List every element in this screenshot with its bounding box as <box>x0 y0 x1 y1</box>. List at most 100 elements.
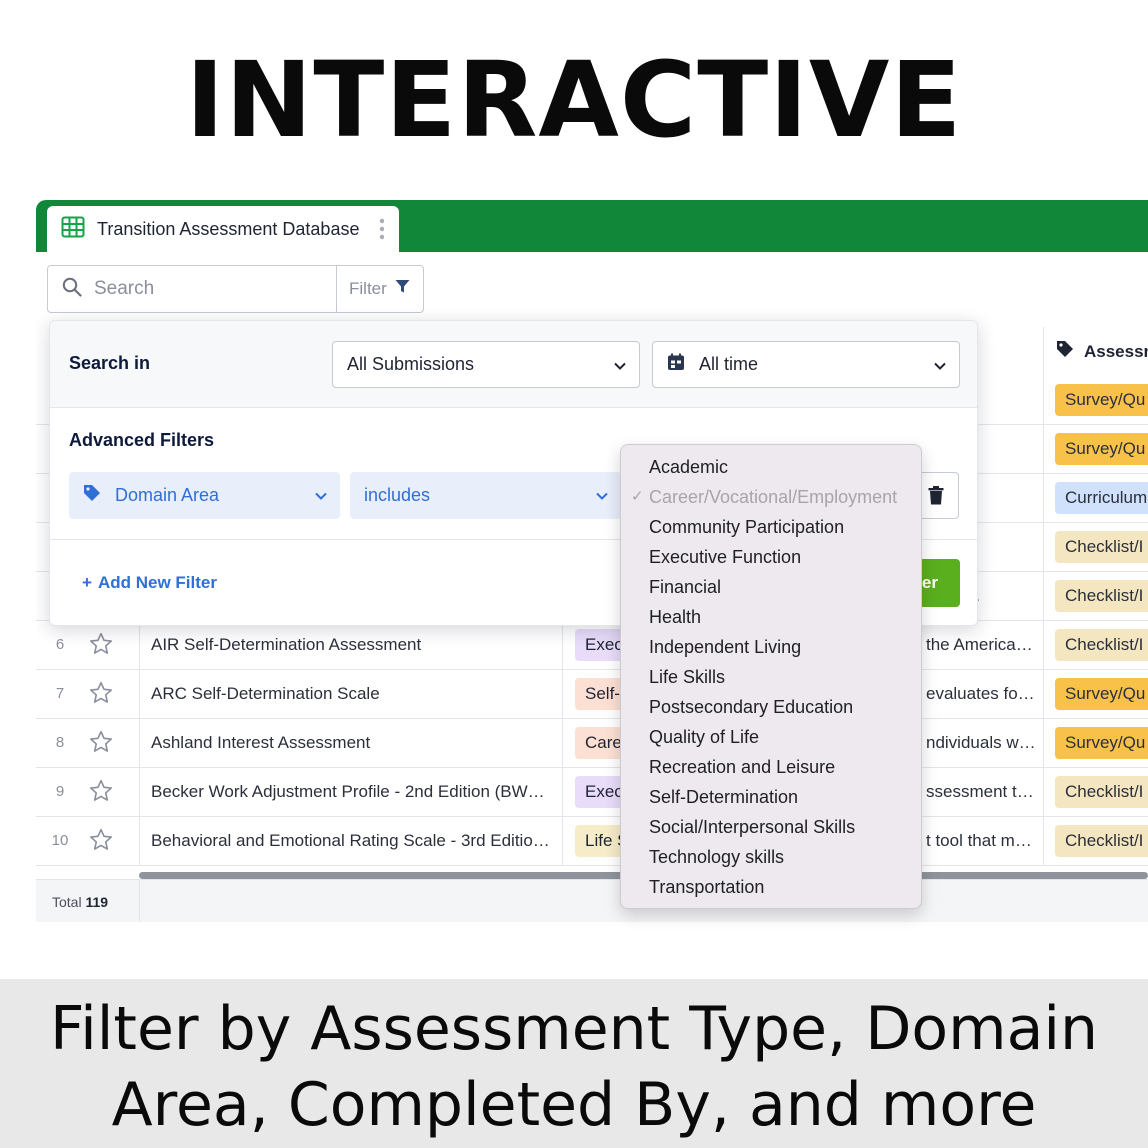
table-row[interactable]: 9 Becker Work Adjustment Profile - 2nd Ed… <box>36 768 1148 817</box>
star-icon[interactable] <box>88 631 114 662</box>
filter-operator-select[interactable]: includes <box>350 472 621 519</box>
column-divider <box>562 817 563 866</box>
domain-option[interactable]: Technology skills <box>621 842 921 872</box>
table-row[interactable]: 6 AIR Self-Determination Assessment Exec th… <box>36 621 1148 670</box>
search-icon <box>62 277 82 302</box>
chevron-down-icon <box>613 357 627 378</box>
column-header-assessment[interactable]: Assessm <box>1043 327 1148 376</box>
assessment-name[interactable]: ARC Self-Determination Scale <box>151 684 551 704</box>
column-divider <box>1043 376 1044 425</box>
submissions-select[interactable]: All Submissions <box>332 341 640 388</box>
headline: INTERACTIVE <box>185 39 963 161</box>
search-input[interactable]: Search <box>47 265 337 313</box>
footer-divider <box>139 880 140 922</box>
domain-option[interactable]: Community Participation <box>621 512 921 542</box>
domain-option[interactable]: Independent Living <box>621 632 921 662</box>
domain-option[interactable]: Postsecondary Education <box>621 692 921 722</box>
assessment-name[interactable]: Behavioral and Emotional Rating Scale - … <box>151 831 551 851</box>
table-grid-icon <box>61 215 85 244</box>
time-range-select[interactable]: All time <box>652 341 960 388</box>
apply-label: er <box>921 573 938 592</box>
table-row[interactable]: 8 Ashland Interest Assessment Care ndividua… <box>36 719 1148 768</box>
table-footer: Total 119 <box>36 879 1148 922</box>
star-icon[interactable] <box>88 778 114 809</box>
domain-option[interactable]: Financial <box>621 572 921 602</box>
column-divider <box>1043 572 1044 621</box>
chevron-down-icon <box>595 487 609 508</box>
filter-field-select[interactable]: Domain Area <box>69 472 340 519</box>
star-icon[interactable] <box>88 680 114 711</box>
table-row[interactable]: 7 ARC Self-Determination Scale Self-evalua… <box>36 670 1148 719</box>
chevron-down-icon <box>314 487 328 508</box>
search-in-label: Search in <box>69 353 151 373</box>
column-divider <box>1043 768 1044 817</box>
description-cell: t tool that m… <box>926 831 1032 850</box>
caption-line-2: Area, Completed By, and more <box>111 1070 1037 1140</box>
assessment-type-badge: Survey/Qu <box>1055 678 1148 710</box>
domain-option[interactable]: Transportation <box>621 872 921 902</box>
table-row[interactable]: 10 Behavioral and Emotional Rating Scale … <box>36 817 1148 866</box>
column-divider <box>139 768 140 817</box>
column-divider <box>139 817 140 866</box>
row-number: 6 <box>55 636 65 653</box>
domain-option[interactable]: Self-Determination <box>621 782 921 812</box>
total-count: Total 119 <box>52 894 109 910</box>
domain-option[interactable]: Life Skills <box>621 662 921 692</box>
assessment-type-badge: Survey/Qu <box>1055 384 1148 416</box>
domain-option[interactable]: Academic <box>621 452 921 482</box>
description-cell: evaluates fo… <box>926 684 1035 703</box>
filter-operator-value: includes <box>364 485 431 505</box>
caption-line-1: Filter by Assessment Type, Domain <box>49 994 1099 1064</box>
assessment-type-badge: Checklist/I <box>1055 580 1148 612</box>
description-cell: ndividuals w… <box>926 733 1036 752</box>
column-divider <box>139 621 140 670</box>
search-placeholder: Search <box>94 278 155 299</box>
domain-option[interactable]: Executive Function <box>621 542 921 572</box>
row-number: 8 <box>55 734 65 751</box>
column-divider <box>562 719 563 768</box>
row-number: 10 <box>51 832 69 849</box>
column-divider <box>562 768 563 817</box>
chevron-down-icon <box>933 357 947 378</box>
domain-options-menu: Academic ✓ Career/Vocational/Employment Com… <box>620 444 922 909</box>
assessment-name[interactable]: AIR Self-Determination Assessment <box>151 635 551 655</box>
assessment-name[interactable]: Becker Work Adjustment Profile - 2nd Edi… <box>151 782 551 802</box>
caption: Filter by Assessment Type, Domain Area, … <box>0 979 1148 1148</box>
description-cell: the America… <box>926 635 1033 654</box>
column-divider <box>139 719 140 768</box>
assessment-type-badge: Checklist/I <box>1055 531 1148 563</box>
domain-option[interactable]: ✓ Career/Vocational/Employment <box>621 482 921 512</box>
app-window: Transition Assessment Database Search Fi… <box>36 200 1148 922</box>
assessment-name[interactable]: Ashland Interest Assessment <box>151 733 551 753</box>
column-divider <box>1043 621 1044 670</box>
column-divider <box>1043 817 1044 866</box>
column-divider <box>1043 474 1044 523</box>
assessment-type-badge: Curriculum <box>1055 482 1148 514</box>
check-icon: ✓ <box>631 488 644 505</box>
filter-label: Filter <box>349 279 387 298</box>
column-divider <box>562 670 563 719</box>
domain-option[interactable]: Social/Interpersonal Skills <box>621 812 921 842</box>
column-divider <box>562 621 563 670</box>
domain-option[interactable]: Health <box>621 602 921 632</box>
description-cell: ssessment t… <box>926 782 1034 801</box>
column-divider <box>1043 425 1044 474</box>
assessment-type-badge: Checklist/I <box>1055 825 1148 857</box>
star-icon[interactable] <box>88 827 114 858</box>
column-header-label: Assessm <box>1084 341 1148 361</box>
time-value: All time <box>699 354 759 374</box>
domain-option[interactable]: Quality of Life <box>621 722 921 752</box>
domain-option[interactable]: Recreation and Leisure <box>621 752 921 782</box>
row-number: 7 <box>55 685 65 702</box>
trash-icon[interactable] <box>928 486 944 510</box>
column-divider <box>1043 523 1044 572</box>
calendar-icon <box>667 353 685 376</box>
tab-database[interactable]: Transition Assessment Database <box>47 206 399 252</box>
funnel-icon <box>395 279 410 299</box>
filter-button[interactable]: Filter <box>336 265 424 313</box>
add-new-filter-button[interactable]: + Add New Filter <box>82 573 217 593</box>
star-icon[interactable] <box>88 729 114 760</box>
column-divider <box>1043 719 1044 768</box>
advanced-filters-label: Advanced Filters <box>69 430 215 450</box>
more-vertical-icon[interactable] <box>379 218 385 244</box>
